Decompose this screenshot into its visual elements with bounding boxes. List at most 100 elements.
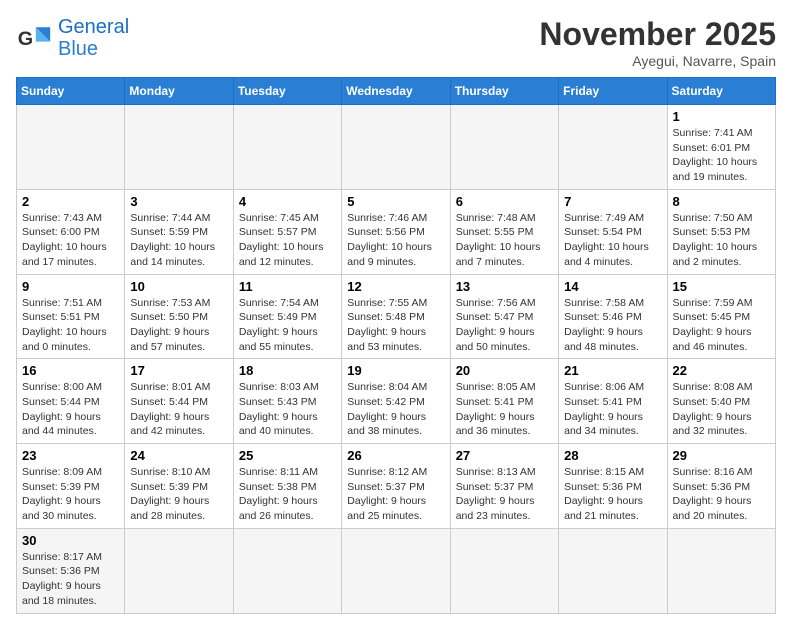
day-info: Sunrise: 7:59 AM Sunset: 5:45 PM Dayligh…: [673, 296, 770, 355]
calendar-cell: 9 Sunrise: 7:51 AM Sunset: 5:51 PM Daylig…: [17, 274, 125, 359]
calendar-cell: 24 Sunrise: 8:10 AM Sunset: 5:39 PM Dayli…: [125, 444, 233, 529]
day-number: 13: [456, 279, 553, 294]
day-number: 15: [673, 279, 770, 294]
day-number: 14: [564, 279, 661, 294]
day-info: Sunrise: 7:45 AM Sunset: 5:57 PM Dayligh…: [239, 211, 336, 270]
day-number: 25: [239, 448, 336, 463]
day-number: 10: [130, 279, 227, 294]
day-info: Sunrise: 7:49 AM Sunset: 5:54 PM Dayligh…: [564, 211, 661, 270]
week-row-2: 2Sunrise: 7:43 AM Sunset: 6:00 PM Daylig…: [17, 189, 776, 274]
day-info: Sunrise: 8:12 AM Sunset: 5:37 PM Dayligh…: [347, 465, 444, 524]
calendar-cell: [233, 105, 341, 190]
calendar-cell: [559, 528, 667, 613]
calendar-cell: 3Sunrise: 7:44 AM Sunset: 5:59 PM Daylig…: [125, 189, 233, 274]
day-info: Sunrise: 8:00 AM Sunset: 5:44 PM Dayligh…: [22, 380, 119, 439]
calendar: SundayMondayTuesdayWednesdayThursdayFrid…: [16, 77, 776, 614]
calendar-cell: 26Sunrise: 8:12 AM Sunset: 5:37 PM Dayli…: [342, 444, 450, 529]
week-row-1: 1 Sunrise: 7:41 AM Sunset: 6:01 PM Daylig…: [17, 105, 776, 190]
day-number: 2: [22, 194, 119, 209]
day-info: Sunrise: 8:10 AM Sunset: 5:39 PM Dayligh…: [130, 465, 227, 524]
logo-icon: G: [16, 20, 52, 56]
calendar-cell: 4 Sunrise: 7:45 AM Sunset: 5:57 PM Daylig…: [233, 189, 341, 274]
calendar-cell: [342, 105, 450, 190]
calendar-cell: 19 Sunrise: 8:04 AM Sunset: 5:42 PM Dayli…: [342, 359, 450, 444]
day-info: Sunrise: 8:08 AM Sunset: 5:40 PM Dayligh…: [673, 380, 770, 439]
month-title: November 2025: [539, 16, 776, 53]
day-number: 6: [456, 194, 553, 209]
calendar-cell: 1 Sunrise: 7:41 AM Sunset: 6:01 PM Daylig…: [667, 105, 775, 190]
calendar-cell: 5Sunrise: 7:46 AM Sunset: 5:56 PM Daylig…: [342, 189, 450, 274]
day-number: 5: [347, 194, 444, 209]
calendar-cell: 25 Sunrise: 8:11 AM Sunset: 5:38 PM Dayli…: [233, 444, 341, 529]
calendar-cell: 8 Sunrise: 7:50 AM Sunset: 5:53 PM Daylig…: [667, 189, 775, 274]
day-number: 22: [673, 363, 770, 378]
calendar-cell: 11 Sunrise: 7:54 AM Sunset: 5:49 PM Dayli…: [233, 274, 341, 359]
day-number: 28: [564, 448, 661, 463]
calendar-cell: 28 Sunrise: 8:15 AM Sunset: 5:36 PM Dayli…: [559, 444, 667, 529]
calendar-cell: 30Sunrise: 8:17 AM Sunset: 5:36 PM Dayli…: [17, 528, 125, 613]
day-info: Sunrise: 8:17 AM Sunset: 5:36 PM Dayligh…: [22, 550, 119, 609]
week-row-5: 23 Sunrise: 8:09 AM Sunset: 5:39 PM Dayli…: [17, 444, 776, 529]
day-number: 8: [673, 194, 770, 209]
day-info: Sunrise: 7:58 AM Sunset: 5:46 PM Dayligh…: [564, 296, 661, 355]
weekday-header-saturday: Saturday: [667, 78, 775, 105]
day-info: Sunrise: 7:55 AM Sunset: 5:48 PM Dayligh…: [347, 296, 444, 355]
week-row-6: 30Sunrise: 8:17 AM Sunset: 5:36 PM Dayli…: [17, 528, 776, 613]
day-number: 19: [347, 363, 444, 378]
day-info: Sunrise: 8:16 AM Sunset: 5:36 PM Dayligh…: [673, 465, 770, 524]
day-info: Sunrise: 7:53 AM Sunset: 5:50 PM Dayligh…: [130, 296, 227, 355]
calendar-cell: 16 Sunrise: 8:00 AM Sunset: 5:44 PM Dayli…: [17, 359, 125, 444]
title-block: November 2025 Ayegui, Navarre, Spain: [539, 16, 776, 69]
day-info: Sunrise: 7:54 AM Sunset: 5:49 PM Dayligh…: [239, 296, 336, 355]
calendar-cell: 15 Sunrise: 7:59 AM Sunset: 5:45 PM Dayli…: [667, 274, 775, 359]
weekday-header-thursday: Thursday: [450, 78, 558, 105]
day-number: 21: [564, 363, 661, 378]
day-info: Sunrise: 8:01 AM Sunset: 5:44 PM Dayligh…: [130, 380, 227, 439]
calendar-cell: 13 Sunrise: 7:56 AM Sunset: 5:47 PM Dayli…: [450, 274, 558, 359]
logo: G GeneralBlue: [16, 16, 129, 60]
calendar-cell: [559, 105, 667, 190]
weekday-header-friday: Friday: [559, 78, 667, 105]
day-number: 11: [239, 279, 336, 294]
day-number: 18: [239, 363, 336, 378]
day-info: Sunrise: 8:15 AM Sunset: 5:36 PM Dayligh…: [564, 465, 661, 524]
day-number: 23: [22, 448, 119, 463]
day-info: Sunrise: 7:50 AM Sunset: 5:53 PM Dayligh…: [673, 211, 770, 270]
calendar-cell: 22 Sunrise: 8:08 AM Sunset: 5:40 PM Dayli…: [667, 359, 775, 444]
day-number: 1: [673, 109, 770, 124]
day-number: 27: [456, 448, 553, 463]
day-info: Sunrise: 7:51 AM Sunset: 5:51 PM Dayligh…: [22, 296, 119, 355]
day-info: Sunrise: 8:04 AM Sunset: 5:42 PM Dayligh…: [347, 380, 444, 439]
calendar-cell: [667, 528, 775, 613]
day-number: 29: [673, 448, 770, 463]
day-number: 9: [22, 279, 119, 294]
day-number: 24: [130, 448, 227, 463]
day-info: Sunrise: 7:56 AM Sunset: 5:47 PM Dayligh…: [456, 296, 553, 355]
logo-text: GeneralBlue: [58, 16, 129, 60]
weekday-header-row: SundayMondayTuesdayWednesdayThursdayFrid…: [17, 78, 776, 105]
day-info: Sunrise: 8:13 AM Sunset: 5:37 PM Dayligh…: [456, 465, 553, 524]
day-info: Sunrise: 7:44 AM Sunset: 5:59 PM Dayligh…: [130, 211, 227, 270]
day-info: Sunrise: 7:41 AM Sunset: 6:01 PM Dayligh…: [673, 126, 770, 185]
calendar-cell: 29 Sunrise: 8:16 AM Sunset: 5:36 PM Dayli…: [667, 444, 775, 529]
calendar-cell: 21Sunrise: 8:06 AM Sunset: 5:41 PM Dayli…: [559, 359, 667, 444]
calendar-cell: 17 Sunrise: 8:01 AM Sunset: 5:44 PM Dayli…: [125, 359, 233, 444]
day-number: 4: [239, 194, 336, 209]
day-number: 16: [22, 363, 119, 378]
calendar-cell: 6Sunrise: 7:48 AM Sunset: 5:55 PM Daylig…: [450, 189, 558, 274]
svg-text:G: G: [18, 28, 33, 50]
calendar-cell: [125, 528, 233, 613]
calendar-cell: 27 Sunrise: 8:13 AM Sunset: 5:37 PM Dayli…: [450, 444, 558, 529]
day-number: 17: [130, 363, 227, 378]
week-row-3: 9 Sunrise: 7:51 AM Sunset: 5:51 PM Daylig…: [17, 274, 776, 359]
calendar-cell: 14 Sunrise: 7:58 AM Sunset: 5:46 PM Dayli…: [559, 274, 667, 359]
day-info: Sunrise: 8:11 AM Sunset: 5:38 PM Dayligh…: [239, 465, 336, 524]
calendar-cell: 7Sunrise: 7:49 AM Sunset: 5:54 PM Daylig…: [559, 189, 667, 274]
day-info: Sunrise: 8:09 AM Sunset: 5:39 PM Dayligh…: [22, 465, 119, 524]
calendar-cell: 20Sunrise: 8:05 AM Sunset: 5:41 PM Dayli…: [450, 359, 558, 444]
week-row-4: 16 Sunrise: 8:00 AM Sunset: 5:44 PM Dayli…: [17, 359, 776, 444]
calendar-cell: 23 Sunrise: 8:09 AM Sunset: 5:39 PM Dayli…: [17, 444, 125, 529]
calendar-cell: [342, 528, 450, 613]
weekday-header-wednesday: Wednesday: [342, 78, 450, 105]
weekday-header-sunday: Sunday: [17, 78, 125, 105]
